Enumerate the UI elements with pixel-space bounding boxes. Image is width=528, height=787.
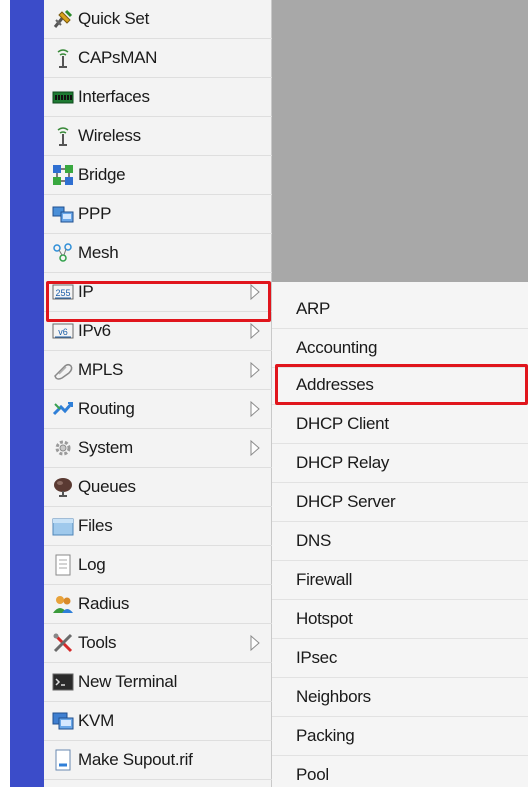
menu-item-label: CAPsMAN — [78, 48, 158, 67]
menu-item-label: New Terminal — [78, 672, 178, 691]
terminal-icon — [52, 671, 74, 693]
menu-item-log[interactable]: Log — [44, 546, 272, 585]
submenu-item-label: Addresses — [296, 375, 374, 394]
menu-item-routing[interactable]: Routing — [44, 390, 272, 429]
routing-icon — [52, 398, 74, 420]
submenu-item-label: DNS — [296, 531, 331, 550]
users-icon — [52, 593, 74, 615]
ipv6-icon: v6 — [52, 320, 74, 342]
menu-item-label: Files — [78, 516, 113, 535]
antenna-icon — [52, 47, 74, 69]
submenu-item-arp[interactable]: ARP — [272, 290, 528, 329]
submenu-item-label: DHCP Client — [296, 414, 389, 433]
menu-item-label: Tools — [78, 633, 117, 652]
menu-item-files[interactable]: Files — [44, 507, 272, 546]
submenu-item-dns[interactable]: DNS — [272, 522, 528, 561]
gear-icon — [52, 437, 74, 459]
ppp-icon — [52, 203, 74, 225]
mpls-icon — [52, 359, 74, 381]
menu-item-label: Make Supout.rif — [78, 750, 193, 769]
submenu-item-label: Hotspot — [296, 609, 353, 628]
workspace-background — [272, 0, 528, 282]
ip-icon: 255 — [52, 281, 74, 303]
menu-item-label: IPv6 — [78, 321, 111, 340]
menu-item-mpls[interactable]: MPLS — [44, 351, 272, 390]
monitor-icon — [52, 710, 74, 732]
submenu-item-label: Accounting — [296, 338, 378, 357]
menu-item-bridge[interactable]: Bridge — [44, 156, 272, 195]
submenu-arrow-icon — [250, 634, 260, 652]
bridge-icon — [52, 164, 74, 186]
quick-set-icon — [52, 8, 74, 30]
submenu-item-label: Firewall — [296, 570, 353, 589]
menu-item-label: Bridge — [78, 165, 126, 184]
mesh-icon — [52, 242, 74, 264]
menu-item-label: Routing — [78, 399, 135, 418]
submenu-item-pool[interactable]: Pool — [272, 756, 528, 787]
menu-item-queues[interactable]: Queues — [44, 468, 272, 507]
menu-item-ppp[interactable]: PPP — [44, 195, 272, 234]
submenu-item-label: Neighbors — [296, 687, 371, 706]
tools-icon — [52, 632, 74, 654]
menu-item-label: IP — [78, 282, 94, 301]
submenu-item-hotspot[interactable]: Hotspot — [272, 600, 528, 639]
submenu-arrow-icon — [250, 361, 260, 379]
submenu-item-dhcp-server[interactable]: DHCP Server — [272, 483, 528, 522]
menu-item-label: PPP — [78, 204, 112, 223]
menu-item-label: MPLS — [78, 360, 124, 379]
submenu-item-dhcp-client[interactable]: DHCP Client — [272, 405, 528, 444]
menu-item-system[interactable]: System — [44, 429, 272, 468]
submenu-arrow-icon — [250, 283, 260, 301]
menu-item-label: Quick Set — [78, 9, 149, 28]
menu-item-capsman[interactable]: CAPsMAN — [44, 39, 272, 78]
interfaces-icon — [52, 86, 74, 108]
submenu-item-ipsec[interactable]: IPsec — [272, 639, 528, 678]
folder-icon — [52, 515, 74, 537]
submenu-arrow-icon — [250, 439, 260, 457]
menu-item-label: Radius — [78, 594, 130, 613]
menu-item-label: Wireless — [78, 126, 141, 145]
submenu-item-label: DHCP Server — [296, 492, 396, 511]
submenu-item-packing[interactable]: Packing — [272, 717, 528, 756]
submenu-item-firewall[interactable]: Firewall — [272, 561, 528, 600]
submenu-item-label: DHCP Relay — [296, 453, 390, 472]
menu-item-ipv6[interactable]: v6 IPv6 — [44, 312, 272, 351]
submenu-item-accounting[interactable]: Accounting — [272, 329, 528, 368]
menu-item-quick-set[interactable]: Quick Set — [44, 0, 272, 39]
menu-item-label: Interfaces — [78, 87, 150, 106]
submenu-arrow-icon — [250, 400, 260, 418]
antenna-icon — [52, 125, 74, 147]
menu-item-wireless[interactable]: Wireless — [44, 117, 272, 156]
left-margin — [0, 0, 10, 787]
menu-item-label: Log — [78, 555, 106, 574]
ip-submenu: ARP Accounting Addresses DHCP Client DHC… — [272, 282, 528, 787]
menu-item-label: Mesh — [78, 243, 119, 262]
menu-item-label: Queues — [78, 477, 136, 496]
menu-item-interfaces[interactable]: Interfaces — [44, 78, 272, 117]
submenu-item-addresses[interactable]: Addresses — [272, 366, 528, 405]
queues-icon — [52, 476, 74, 498]
menu-item-make-supout[interactable]: Make Supout.rif — [44, 741, 272, 780]
ip-icon-text: 255 — [55, 288, 70, 298]
menu-item-tools[interactable]: Tools — [44, 624, 272, 663]
document-icon — [52, 749, 74, 771]
ipv6-icon-text: v6 — [58, 327, 68, 337]
submenu-item-label: Packing — [296, 726, 355, 745]
menu-item-label: KVM — [78, 711, 114, 730]
menu-item-radius[interactable]: Radius — [44, 585, 272, 624]
log-icon — [52, 554, 74, 576]
submenu-item-neighbors[interactable]: Neighbors — [272, 678, 528, 717]
menu-item-ip[interactable]: 255 IP — [44, 273, 272, 312]
submenu-item-label: ARP — [296, 299, 331, 318]
submenu-item-label: IPsec — [296, 648, 338, 667]
menu-item-new-terminal[interactable]: New Terminal — [44, 663, 272, 702]
submenu-item-dhcp-relay[interactable]: DHCP Relay — [272, 444, 528, 483]
menu-item-label: System — [78, 438, 133, 457]
winbox-side-bar — [10, 0, 44, 787]
submenu-arrow-icon — [250, 322, 260, 340]
main-menu: Quick Set CAPsMAN Interfaces Wireless Br… — [44, 0, 272, 787]
menu-item-kvm[interactable]: KVM — [44, 702, 272, 741]
menu-item-mesh[interactable]: Mesh — [44, 234, 272, 273]
submenu-item-label: Pool — [296, 765, 329, 784]
